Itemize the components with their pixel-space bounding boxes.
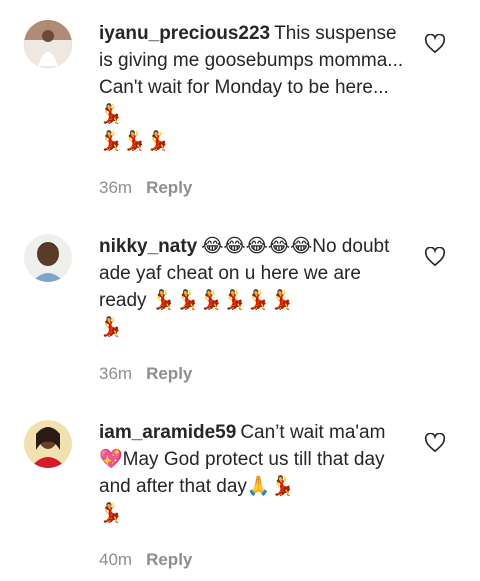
comment-body: iyanu_precious223 This suspense is giving… <box>99 20 409 155</box>
comment-time: 40m <box>99 550 133 569</box>
avatar[interactable] <box>24 420 72 468</box>
comment-username[interactable]: nikky_naty <box>99 236 197 257</box>
reply-button[interactable]: Reply <box>146 550 192 569</box>
heart-icon[interactable] <box>424 246 446 267</box>
comment-username[interactable]: iam_aramide59 <box>99 422 236 443</box>
reply-button[interactable]: Reply <box>146 178 192 197</box>
comment-body: iam_aramide59 Can’t wait ma'am💖May God pr… <box>99 419 409 527</box>
comment-meta: 36m Reply <box>99 364 192 384</box>
heart-icon[interactable] <box>424 33 446 54</box>
avatar[interactable] <box>24 234 72 282</box>
comment-meta: 36m Reply <box>99 178 192 198</box>
comment-username[interactable]: iyanu_precious223 <box>99 23 270 44</box>
comment-time: 36m <box>99 364 133 383</box>
reply-button[interactable]: Reply <box>146 364 192 383</box>
comment-meta: 40m Reply <box>99 550 192 570</box>
heart-icon[interactable] <box>424 432 446 453</box>
comment-body: nikky_naty 😂😂😂😂😂No doubt ade yaf cheat on… <box>99 233 409 341</box>
avatar[interactable] <box>24 20 72 68</box>
comment-time: 36m <box>99 178 133 197</box>
